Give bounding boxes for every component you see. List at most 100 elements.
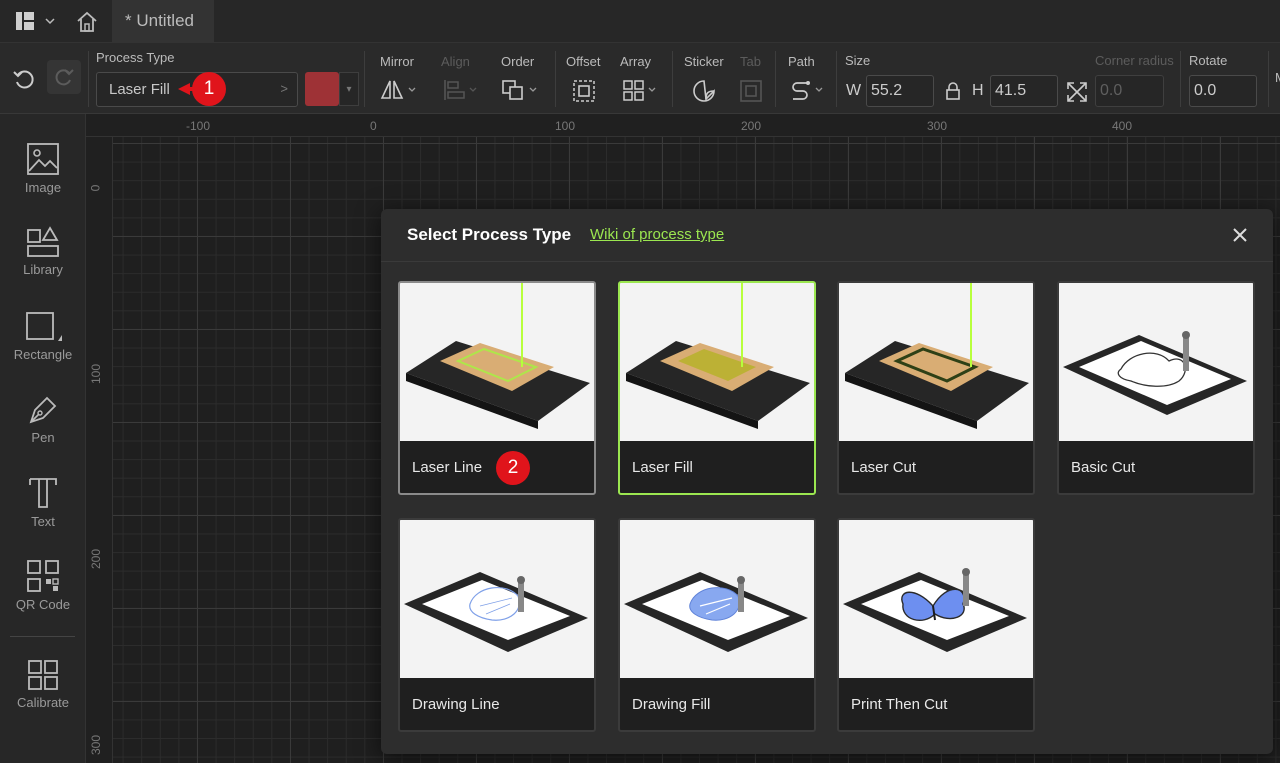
annotation-badge-1: 1 xyxy=(192,72,226,106)
option-label: Laser Line xyxy=(412,459,483,476)
undo-icon[interactable] xyxy=(12,67,36,91)
app-menu-button[interactable] xyxy=(14,9,58,33)
close-icon[interactable] xyxy=(1229,224,1251,246)
layer-color-swatch[interactable] xyxy=(305,72,339,106)
toolbar-divider xyxy=(1268,51,1269,107)
ruler-tick: 300 xyxy=(89,734,104,756)
text-icon xyxy=(29,478,57,508)
qr-code-icon xyxy=(27,560,59,592)
expand-icon[interactable] xyxy=(1066,81,1088,103)
width-label: W xyxy=(846,82,862,99)
sidebar-item-calibrate[interactable]: Calibrate xyxy=(0,659,86,729)
option-laser-fill[interactable]: Laser Fill xyxy=(618,281,816,495)
option-print-then-cut[interactable]: Print Then Cut xyxy=(837,518,1035,732)
dialog-title: Select Process Type xyxy=(407,225,572,244)
chevron-right-icon: > xyxy=(280,81,288,96)
sidebar-item-image[interactable]: Image xyxy=(0,142,86,212)
toolbar-divider xyxy=(88,51,89,107)
offset-icon[interactable] xyxy=(572,79,596,103)
basic-cut-illustration xyxy=(1059,283,1253,441)
process-type-value: Laser Fill xyxy=(109,81,170,98)
mirror-label: Mirror xyxy=(380,54,414,69)
toolbar-divider xyxy=(1180,51,1181,107)
array-icon[interactable] xyxy=(622,79,660,103)
toolbar-divider xyxy=(836,51,837,107)
option-label: Laser Fill xyxy=(632,459,693,476)
mirror-icon[interactable] xyxy=(380,79,418,101)
redo-button[interactable] xyxy=(47,60,81,94)
lock-icon[interactable] xyxy=(944,81,962,103)
sidebar-item-label: QR Code xyxy=(15,597,71,612)
toolbar: Process Type Laser Fill > ▾ Mirror Align… xyxy=(0,43,1280,114)
path-label: Path xyxy=(788,54,815,69)
sidebar-divider xyxy=(10,636,75,637)
rectangle-icon xyxy=(26,312,62,341)
option-laser-cut[interactable]: Laser Cut xyxy=(837,281,1035,495)
laser-line-illustration xyxy=(400,283,594,441)
sidebar-item-rectangle[interactable]: Rectangle xyxy=(0,311,86,381)
vertical-ruler: 0 100 200 300 xyxy=(86,137,113,763)
document-tab[interactable]: * Untitled xyxy=(112,0,214,43)
ruler-tick: 400 xyxy=(1112,119,1133,133)
sidebar-item-label: Image xyxy=(24,180,62,195)
ruler-tick: 200 xyxy=(741,119,762,133)
rotate-input[interactable]: 0.0 xyxy=(1189,75,1257,107)
color-dropdown-chevron-icon[interactable]: ▾ xyxy=(339,72,359,106)
process-type-label: Process Type xyxy=(96,50,175,65)
annotation-badge-2: 2 xyxy=(496,451,530,485)
calibrate-icon xyxy=(28,660,58,690)
sidebar-item-qr-code[interactable]: QR Code xyxy=(0,559,86,629)
height-input[interactable]: 41.5 xyxy=(990,75,1058,107)
align-icon[interactable] xyxy=(442,79,480,101)
width-input[interactable]: 55.2 xyxy=(866,75,934,107)
library-icon xyxy=(27,226,59,257)
tab-label: Tab xyxy=(740,54,761,69)
sidebar-item-library[interactable]: Library xyxy=(0,226,86,296)
laser-cut-illustration xyxy=(839,283,1033,441)
ruler-tick: 300 xyxy=(927,119,948,133)
sidebar-item-text[interactable]: Text xyxy=(0,476,86,546)
ruler-tick: 100 xyxy=(89,363,104,385)
redo-icon xyxy=(55,69,74,86)
option-label: Print Then Cut xyxy=(851,696,948,713)
sidebar-item-label: Text xyxy=(31,514,55,529)
option-label: Basic Cut xyxy=(1071,459,1136,476)
overflow-label: M xyxy=(1275,70,1280,85)
option-label: Drawing Line xyxy=(412,696,500,713)
size-label: Size xyxy=(845,53,871,68)
home-icon[interactable] xyxy=(74,9,100,35)
tab-icon[interactable] xyxy=(739,79,763,103)
toolbar-divider xyxy=(555,51,556,107)
option-label: Laser Cut xyxy=(851,459,917,476)
order-label: Order xyxy=(501,54,535,69)
title-bar: * Untitled xyxy=(0,0,1280,43)
laser-fill-illustration xyxy=(620,283,814,441)
pen-icon xyxy=(29,396,57,424)
option-drawing-fill[interactable]: Drawing Fill xyxy=(618,518,816,732)
corner-radius-label: Corner radius xyxy=(1095,53,1174,68)
align-label: Align xyxy=(441,54,470,69)
ruler-tick: 0 xyxy=(370,119,377,133)
ruler-tick: 100 xyxy=(555,119,576,133)
option-label: Drawing Fill xyxy=(632,696,711,713)
ruler-tick: -100 xyxy=(186,119,211,133)
drawing-line-illustration xyxy=(400,520,594,678)
option-basic-cut[interactable]: Basic Cut xyxy=(1057,281,1255,495)
app-logo-icon xyxy=(16,12,34,30)
toolbar-divider xyxy=(364,51,365,107)
toolbar-divider xyxy=(672,51,673,107)
corner-radius-input[interactable]: 0.0 xyxy=(1095,75,1164,107)
chevron-down-icon xyxy=(45,18,55,25)
dialog-divider xyxy=(381,261,1273,262)
sticker-label: Sticker xyxy=(684,54,724,69)
option-drawing-line[interactable]: Drawing Line xyxy=(398,518,596,732)
height-label: H xyxy=(972,82,984,99)
sidebar-item-pen[interactable]: Pen xyxy=(0,394,86,464)
wiki-link[interactable]: Wiki of process type xyxy=(590,226,724,243)
sticker-icon[interactable] xyxy=(692,79,716,103)
ruler-tick: 0 xyxy=(88,184,103,192)
select-process-type-dialog: Select Process Type Wiki of process type… xyxy=(381,209,1273,754)
horizontal-ruler: -100 0 100 200 300 400 xyxy=(86,114,1280,137)
path-icon[interactable] xyxy=(789,79,829,103)
order-icon[interactable] xyxy=(501,79,541,101)
